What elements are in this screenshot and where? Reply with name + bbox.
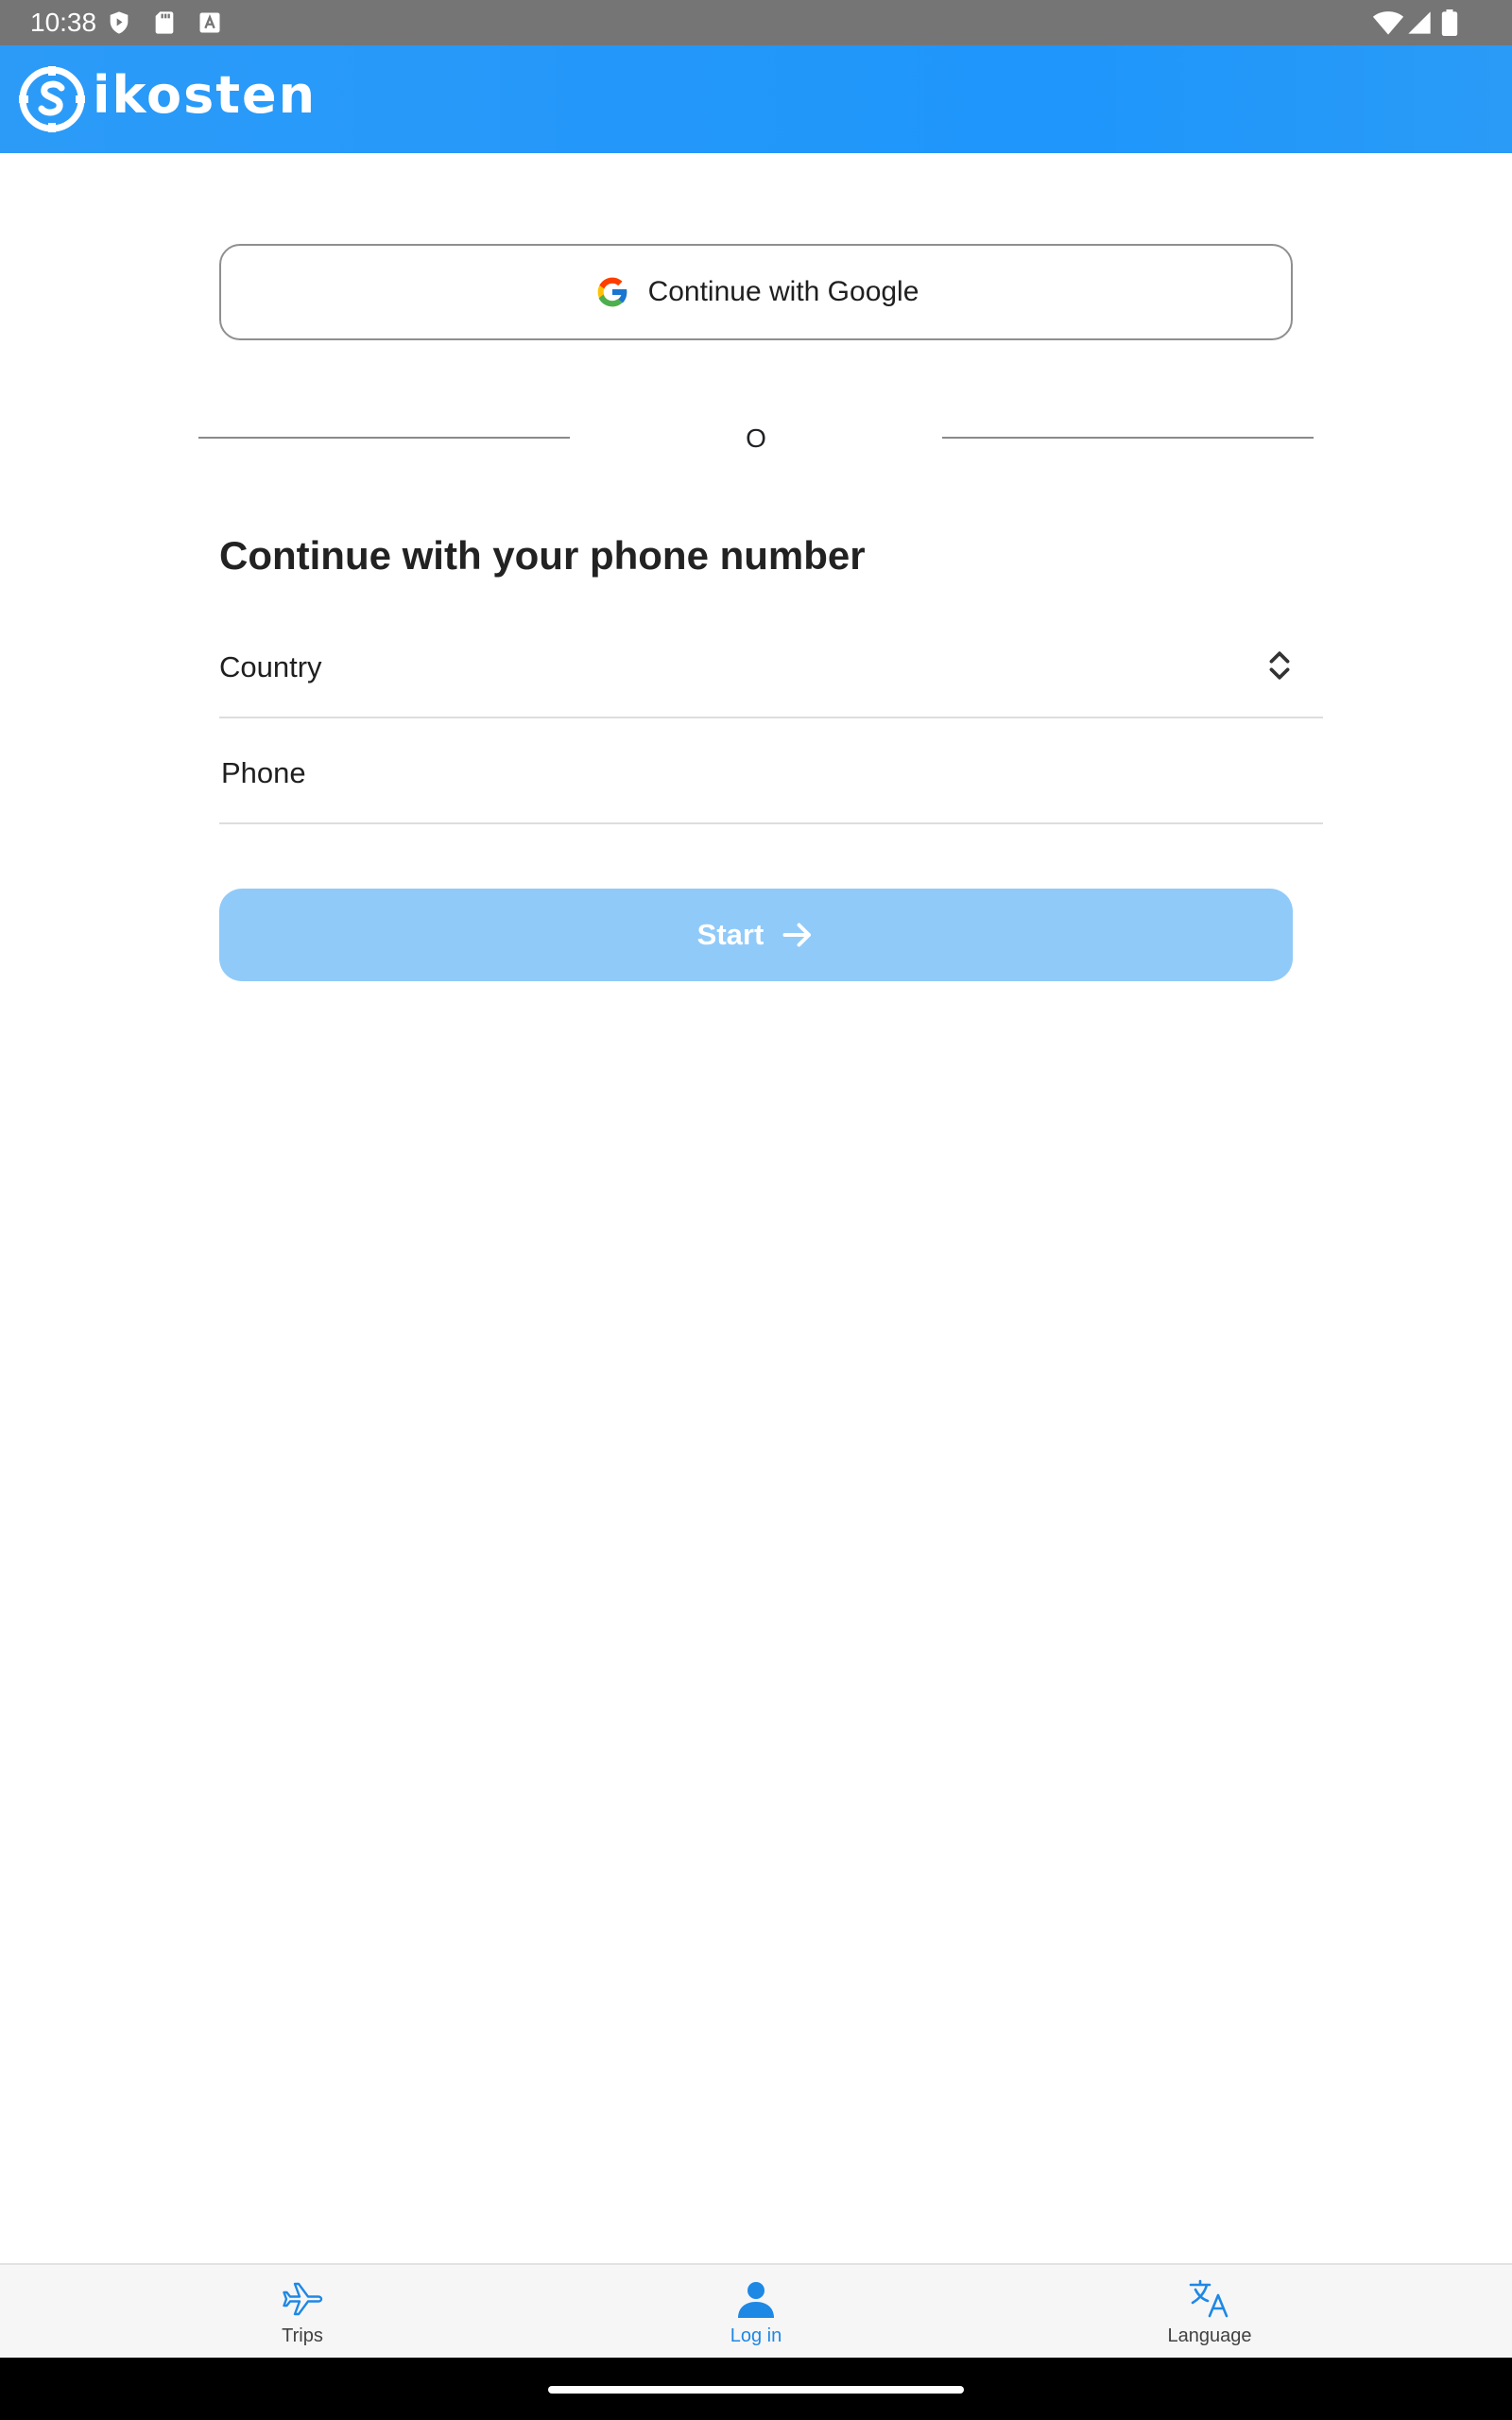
divider-or-text: O [746,424,766,453]
chevron-up-down-icon [1269,651,1290,680]
airplane-icon [283,2282,323,2316]
arrow-right-icon [782,923,812,947]
phone-section-title: Continue with your phone number [219,533,866,578]
phone-field[interactable] [219,730,1323,824]
nav-item-trips[interactable]: Trips [180,2276,425,2358]
brand-wordmark: ikosten [93,65,318,125]
divider-right [942,437,1314,439]
cell-signal-icon [1408,11,1431,34]
divider-left [198,437,570,439]
nav-label-log-in: Log in [730,2325,782,2346]
country-label: Country [219,650,322,683]
font-a-icon [199,12,220,33]
nav-item-log-in[interactable]: Log in [633,2276,879,2358]
wifi-icon [1372,11,1404,35]
ikosten-logo-icon [19,66,85,132]
app-header: ikosten [0,45,1512,153]
phone-input[interactable] [219,749,1259,798]
nav-label-language: Language [1167,2325,1252,2346]
person-icon [738,2282,774,2318]
continue-with-google-button[interactable]: Continue with Google [219,244,1293,340]
start-button-label: Start [696,918,765,951]
translate-icon [1189,2279,1228,2318]
shield-play-icon [110,11,129,34]
google-logo-icon [597,277,627,307]
start-button[interactable]: Start [219,889,1293,981]
google-button-label: Continue with Google [647,276,919,307]
system-navigation-bar [0,2358,1512,2420]
status-time: 10:38 [30,8,97,37]
home-gesture-handle[interactable] [548,2386,964,2394]
bottom-navigation: Trips Log in Language [0,2263,1512,2358]
nav-item-language[interactable]: Language [1087,2276,1332,2358]
nav-label-trips: Trips [282,2325,323,2346]
status-bar: 10:38 [0,0,1512,45]
country-select[interactable]: Country [219,624,1323,718]
sd-card-icon [155,11,174,34]
battery-icon [1441,9,1458,36]
